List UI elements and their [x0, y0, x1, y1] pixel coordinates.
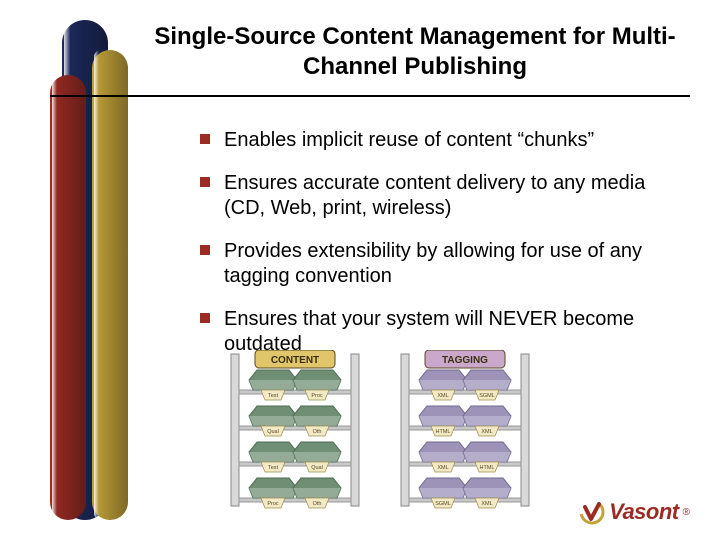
logo-mark-icon	[579, 499, 605, 525]
svg-text:SGML: SGML	[479, 393, 495, 399]
illustration-content-shelf: CONTENT Text Proc Qual Oth Text Qual Proc Oth	[225, 350, 365, 510]
bullet-list: Enables implicit reuse of content “chunk…	[160, 128, 660, 375]
svg-text:XML: XML	[437, 393, 448, 399]
svg-text:XML: XML	[437, 465, 448, 471]
svg-text:HTML: HTML	[480, 465, 495, 471]
bullet-item: Enables implicit reuse of content “chunk…	[200, 128, 660, 153]
svg-text:Text: Text	[268, 465, 279, 471]
svg-text:Qual: Qual	[311, 465, 323, 471]
bullet-item: Ensures accurate content delivery to any…	[200, 171, 660, 221]
svg-text:Oth: Oth	[313, 501, 322, 507]
illustration-tagging-shelf: TAGGING XML SGML HTML XML XML HTML SGML XML	[395, 350, 535, 510]
svg-text:XML: XML	[481, 501, 492, 507]
slide: Single-Source Content Management for Mul…	[0, 0, 720, 540]
svg-text:Proc: Proc	[267, 501, 279, 507]
logo-text: Vasont	[609, 499, 679, 525]
svg-text:CONTENT: CONTENT	[271, 355, 319, 366]
slide-title: Single-Source Content Management for Mul…	[150, 22, 680, 82]
svg-text:Oth: Oth	[313, 429, 322, 435]
svg-text:Proc: Proc	[311, 393, 323, 399]
header-rule	[50, 95, 690, 97]
illustration-row: CONTENT Text Proc Qual Oth Text Qual Proc Oth TA…	[210, 350, 550, 510]
svg-text:Text: Text	[268, 393, 279, 399]
svg-text:HTML: HTML	[436, 429, 451, 435]
svg-text:SGML: SGML	[435, 501, 451, 507]
vasont-logo: Vasont ®	[579, 499, 690, 525]
logo-registered: ®	[683, 507, 690, 518]
bullet-item: Provides extensibility by allowing for u…	[200, 239, 660, 289]
svg-text:XML: XML	[481, 429, 492, 435]
svg-text:TAGGING: TAGGING	[442, 355, 488, 366]
svg-text:Qual: Qual	[267, 429, 279, 435]
